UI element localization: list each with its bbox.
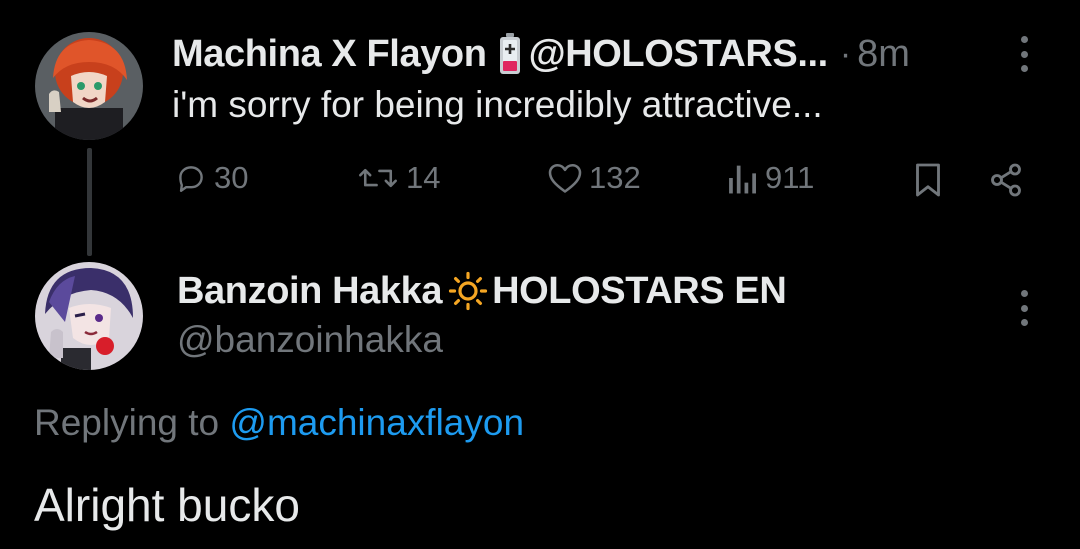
dot bbox=[1020, 50, 1028, 58]
view-count: 911 bbox=[765, 160, 815, 195]
main-author-name-suffix[interactable]: HOLOSTARS EN bbox=[492, 270, 787, 313]
bookmark-button[interactable] bbox=[912, 162, 944, 203]
main-tweet-header: Banzoin Hakka HOLOSTARS EN bbox=[177, 266, 787, 316]
bookmark-icon bbox=[916, 163, 940, 197]
heart-icon bbox=[548, 163, 582, 193]
reply-icon bbox=[179, 166, 203, 192]
dot bbox=[1020, 290, 1028, 297]
main-author-handle[interactable]: @banzoinhakka bbox=[177, 319, 443, 361]
like-count: 132 bbox=[589, 160, 641, 195]
repost-icon bbox=[359, 168, 397, 188]
repost-count: 14 bbox=[406, 160, 441, 195]
like-button[interactable]: 132 bbox=[547, 160, 641, 196]
parent-more-options-button[interactable] bbox=[1014, 34, 1034, 74]
dot bbox=[1020, 319, 1028, 326]
machina-avatar-image bbox=[35, 32, 143, 140]
reply-button[interactable]: 30 bbox=[174, 160, 248, 196]
repost-button[interactable]: 14 bbox=[356, 160, 440, 196]
timestamp-separator: · bbox=[839, 34, 852, 73]
banzoin-avatar[interactable] bbox=[35, 262, 143, 370]
dot bbox=[1020, 304, 1028, 312]
parent-author-name[interactable]: Machina X Flayon bbox=[172, 33, 487, 76]
battery-low-icon bbox=[499, 33, 521, 75]
reply-count: 30 bbox=[214, 160, 249, 195]
replying-to-prefix: Replying to bbox=[34, 402, 220, 443]
main-author-name[interactable]: Banzoin Hakka bbox=[177, 270, 443, 313]
replying-to-mention-link[interactable]: @machinaxflayon bbox=[229, 402, 524, 443]
parent-author-handle[interactable]: @HOLOSTARS... bbox=[529, 33, 829, 76]
banzoin-avatar-image bbox=[35, 262, 143, 370]
dot bbox=[1020, 36, 1028, 43]
parent-tweet-header: Machina X Flayon @HOLOSTARS... · 8m bbox=[172, 28, 910, 80]
share-button[interactable] bbox=[988, 162, 1024, 203]
dot bbox=[1020, 65, 1028, 72]
views-button[interactable]: 911 bbox=[727, 160, 814, 196]
analytics-bars-icon bbox=[729, 165, 756, 194]
share-nodes-icon bbox=[991, 163, 1021, 197]
parent-timestamp[interactable]: 8m bbox=[857, 33, 910, 76]
machina-avatar[interactable] bbox=[35, 32, 143, 140]
thread-connector-line bbox=[87, 148, 92, 256]
main-more-options-button[interactable] bbox=[1014, 288, 1034, 328]
main-tweet-text: Alright bucko bbox=[34, 479, 300, 531]
parent-tweet-text: i'm sorry for being incredibly attractiv… bbox=[172, 84, 823, 125]
sun-icon bbox=[448, 271, 488, 311]
replying-to-line: Replying to @machinaxflayon bbox=[34, 402, 524, 444]
